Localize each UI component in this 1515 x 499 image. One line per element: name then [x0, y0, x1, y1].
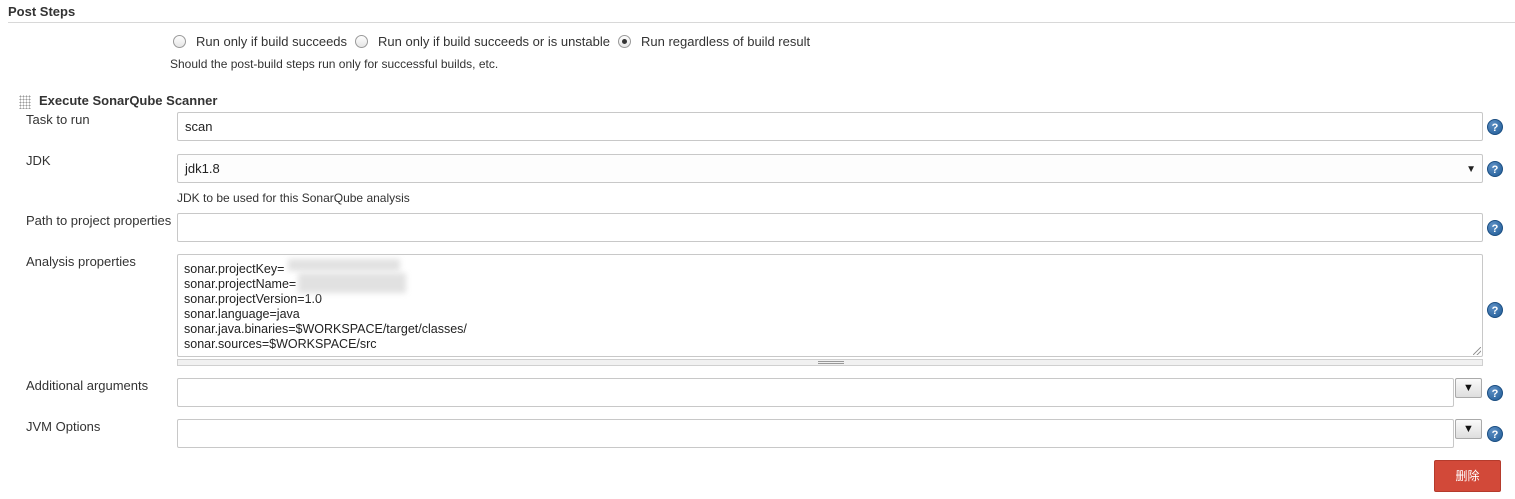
jdk-select[interactable]: jdk1.8 ▼: [177, 154, 1483, 183]
help-icon[interactable]: ?: [1487, 302, 1503, 318]
run-condition-group: Run only if build succeeds Run only if b…: [173, 34, 818, 49]
additional-arguments-label: Additional arguments: [26, 378, 149, 393]
resize-handle-icon[interactable]: [1473, 347, 1481, 355]
radio-button[interactable]: [173, 35, 186, 48]
delete-button[interactable]: 删除: [1434, 460, 1501, 492]
help-icon[interactable]: ?: [1487, 385, 1503, 401]
radio-option-unstable[interactable]: Run only if build succeeds or is unstabl…: [355, 34, 610, 49]
property-line: sonar.sources=$WORKSPACE/src: [184, 337, 377, 351]
project-properties-input[interactable]: [177, 213, 1483, 242]
radio-button[interactable]: [355, 35, 369, 48]
analysis-properties-label: Analysis properties: [26, 254, 136, 269]
property-line: sonar.language=java: [184, 307, 300, 321]
radio-label[interactable]: Run only if build succeeds or is unstabl…: [378, 34, 610, 49]
property-line: sonar.projectVersion=1.0: [184, 292, 322, 306]
help-icon[interactable]: ?: [1487, 220, 1503, 236]
help-icon[interactable]: ?: [1487, 119, 1503, 135]
additional-arguments-input[interactable]: [177, 378, 1454, 407]
jdk-hint: JDK to be used for this SonarQube analys…: [177, 191, 410, 205]
project-properties-label: Path to project properties: [26, 213, 172, 228]
run-condition-hint: Should the post-build steps run only for…: [170, 57, 499, 71]
textarea-resize-grip[interactable]: [177, 359, 1483, 366]
radio-label[interactable]: Run regardless of build result: [641, 34, 810, 49]
builder-title: Execute SonarQube Scanner: [39, 93, 218, 108]
expand-down-icon[interactable]: ▼: [1455, 378, 1482, 398]
analysis-properties-textarea[interactable]: sonar.projectKey= sonar.projectName= son…: [177, 254, 1483, 357]
chevron-down-icon: ▼: [1466, 164, 1476, 175]
drag-handle-icon[interactable]: [19, 95, 31, 109]
radio-button-checked[interactable]: [618, 35, 631, 48]
jvm-options-label: JVM Options: [26, 419, 101, 434]
redacted-blur: [288, 259, 400, 271]
jdk-selected-value: jdk1.8: [185, 161, 220, 176]
task-to-run-input[interactable]: scan: [177, 112, 1483, 141]
expand-down-icon[interactable]: ▼: [1455, 419, 1482, 439]
help-icon[interactable]: ?: [1487, 161, 1503, 177]
radio-option-succeeds[interactable]: Run only if build succeeds: [173, 34, 347, 49]
task-to-run-label: Task to run: [26, 112, 90, 127]
jdk-label: JDK: [26, 153, 51, 168]
radio-label[interactable]: Run only if build succeeds: [196, 34, 347, 49]
section-title: Post Steps: [8, 4, 76, 19]
help-icon[interactable]: ?: [1487, 426, 1503, 442]
radio-option-regardless[interactable]: Run regardless of build result: [618, 34, 810, 49]
section-divider: [8, 22, 1515, 23]
grip-icon: [818, 361, 844, 364]
redacted-blur: [298, 273, 406, 293]
property-line: sonar.java.binaries=$WORKSPACE/target/cl…: [184, 322, 467, 336]
jvm-options-input[interactable]: [177, 419, 1454, 448]
